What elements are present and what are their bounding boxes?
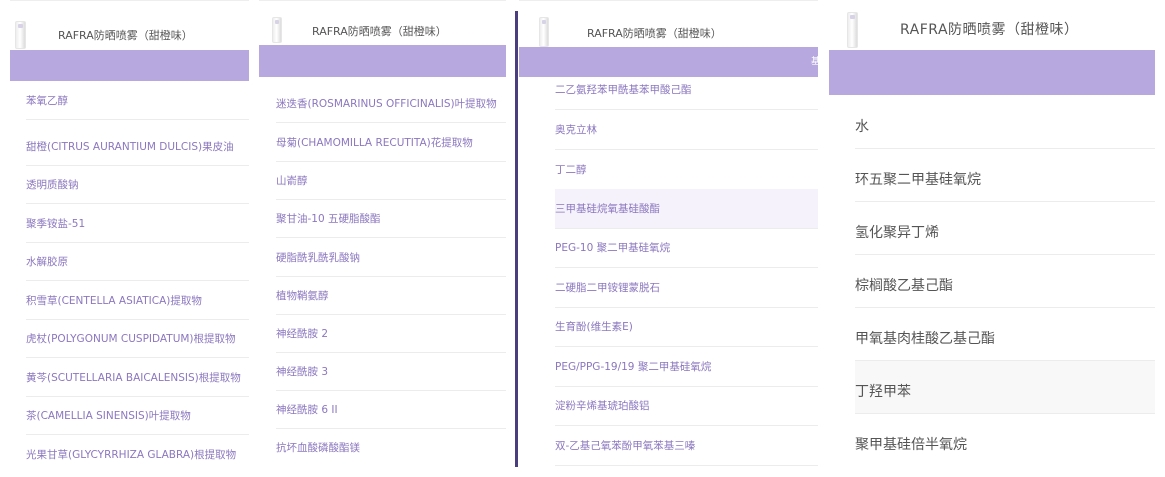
ingredient-item[interactable]: 透明质酸钠	[26, 165, 249, 204]
ingredient-item[interactable]: 植物鞘氨醇	[276, 276, 506, 315]
ingredient-item[interactable]: PEG/PPG-19/19 聚二甲基硅氧烷	[555, 347, 818, 387]
product-title: RAFRA防晒喷雾（甜橙味）	[58, 29, 193, 42]
product-thumbnail	[539, 17, 549, 47]
ingredient-item[interactable]: 奥克立林	[555, 110, 818, 150]
product-title: RAFRA防晒喷雾（甜橙味）	[900, 22, 1079, 38]
panel-header: RAFRA防晒喷雾（甜橙味）	[519, 0, 818, 48]
header-band	[829, 50, 1155, 95]
header-band	[10, 50, 249, 81]
ingredient-item[interactable]: 丁羟甲苯	[855, 361, 1155, 414]
ingredient-item[interactable]: 氢化聚异丁烯	[855, 202, 1155, 255]
ingredient-item[interactable]: 神经酰胺 3	[276, 352, 506, 391]
ingredient-item[interactable]: 迷迭香(ROSMARINUS OFFICINALIS)叶提取物	[276, 84, 506, 123]
ingredient-item[interactable]: 积雪草(CENTELLA ASIATICA)提取物	[26, 281, 249, 320]
ingredient-item[interactable]: 母菊(CHAMOMILLA RECUTITA)花提取物	[276, 123, 506, 162]
ingredient-panel-3: RAFRA防晒喷雾（甜橙味） 基 二乙氨羟苯甲酰基苯甲酸己酯 奥克立林 丁二醇 …	[519, 0, 818, 466]
ingredient-panel-2: RAFRA防晒喷雾（甜橙味） 迷迭香(ROSMARINUS OFFICINALI…	[259, 0, 506, 466]
ingredient-item[interactable]: 水解胶原	[26, 242, 249, 281]
ingredient-item[interactable]: 山嵛醇	[276, 161, 506, 200]
ingredient-item[interactable]: 硬脂酰乳酰乳酸钠	[276, 238, 506, 277]
panel-header: RAFRA防晒喷雾（甜橙味）	[259, 0, 506, 46]
ingredient-item[interactable]: 甜橙(CITRUS AURANTIUM DULCIS)果皮油	[26, 127, 249, 166]
panel-header: RAFRA防晒喷雾（甜橙味）	[829, 0, 1155, 50]
ingredient-item[interactable]: 三甲基硅烷氧基硅酸酯	[555, 189, 818, 229]
ingredient-panel-4: RAFRA防晒喷雾（甜橙味） 水 环五聚二甲基硅氧烷 氢化聚异丁烯 棕榈酸乙基己…	[829, 0, 1155, 466]
panel-divider	[515, 11, 518, 467]
header-band-text: 基	[811, 57, 818, 67]
ingredient-item[interactable]: 淀粉辛烯基琥珀酸铝	[555, 386, 818, 426]
ingredient-item[interactable]: 棕榈酸乙基己酯	[855, 255, 1155, 308]
ingredient-item[interactable]: PEG-10 聚二甲基硅氧烷	[555, 228, 818, 268]
ingredient-item[interactable]: 聚甘油-10 五硬脂酸酯	[276, 199, 506, 238]
ingredient-item[interactable]: 二乙氨羟苯甲酰基苯甲酸己酯	[555, 70, 818, 110]
header-band	[259, 45, 506, 77]
ingredient-item[interactable]: 聚甲基硅倍半氧烷	[855, 414, 1155, 466]
product-title: RAFRA防晒喷雾（甜橙味）	[587, 27, 722, 40]
ingredient-item[interactable]: 水	[855, 96, 1155, 149]
ingredient-item[interactable]: 苯氧乙醇	[26, 81, 249, 120]
product-thumbnail	[272, 17, 282, 43]
product-thumbnail	[15, 21, 26, 49]
ingredient-item[interactable]: 双-乙基己氧苯酚甲氧苯基三嗪	[555, 426, 818, 466]
ingredient-item[interactable]: 虎杖(POLYGONUM CUSPIDATUM)根提取物	[26, 319, 249, 358]
panel-header: RAFRA防晒喷雾（甜橙味）	[10, 0, 249, 51]
ingredient-item[interactable]: 丁二醇	[555, 150, 818, 190]
ingredient-item[interactable]: 抗坏血酸磷酸酯镁	[276, 428, 506, 466]
product-thumbnail	[847, 12, 858, 48]
ingredient-item[interactable]: 甲氧基肉桂酸乙基己酯	[855, 308, 1155, 361]
ingredient-item[interactable]: 茶(CAMELLIA SINENSIS)叶提取物	[26, 396, 249, 435]
ingredient-item[interactable]: 生育酚(维生素E)	[555, 307, 818, 347]
ingredient-panel-1: RAFRA防晒喷雾（甜橙味） 苯氧乙醇 甜橙(CITRUS AURANTIUM …	[10, 0, 249, 466]
ingredient-item[interactable]: 环五聚二甲基硅氧烷	[855, 149, 1155, 202]
ingredient-item[interactable]: 神经酰胺 2	[276, 314, 506, 353]
ingredient-item[interactable]: 神经酰胺 6 II	[276, 390, 506, 429]
ingredient-item[interactable]: 聚季铵盐-51	[26, 204, 249, 243]
ingredient-item[interactable]: 光果甘草(GLYCYRRHIZA GLABRA)根提取物	[26, 435, 249, 466]
product-title: RAFRA防晒喷雾（甜橙味）	[312, 25, 447, 38]
ingredient-item[interactable]: 黄芩(SCUTELLARIA BAICALENSIS)根提取物	[26, 358, 249, 397]
ingredient-item[interactable]: 二硬脂二甲铵锂蒙脱石	[555, 268, 818, 308]
